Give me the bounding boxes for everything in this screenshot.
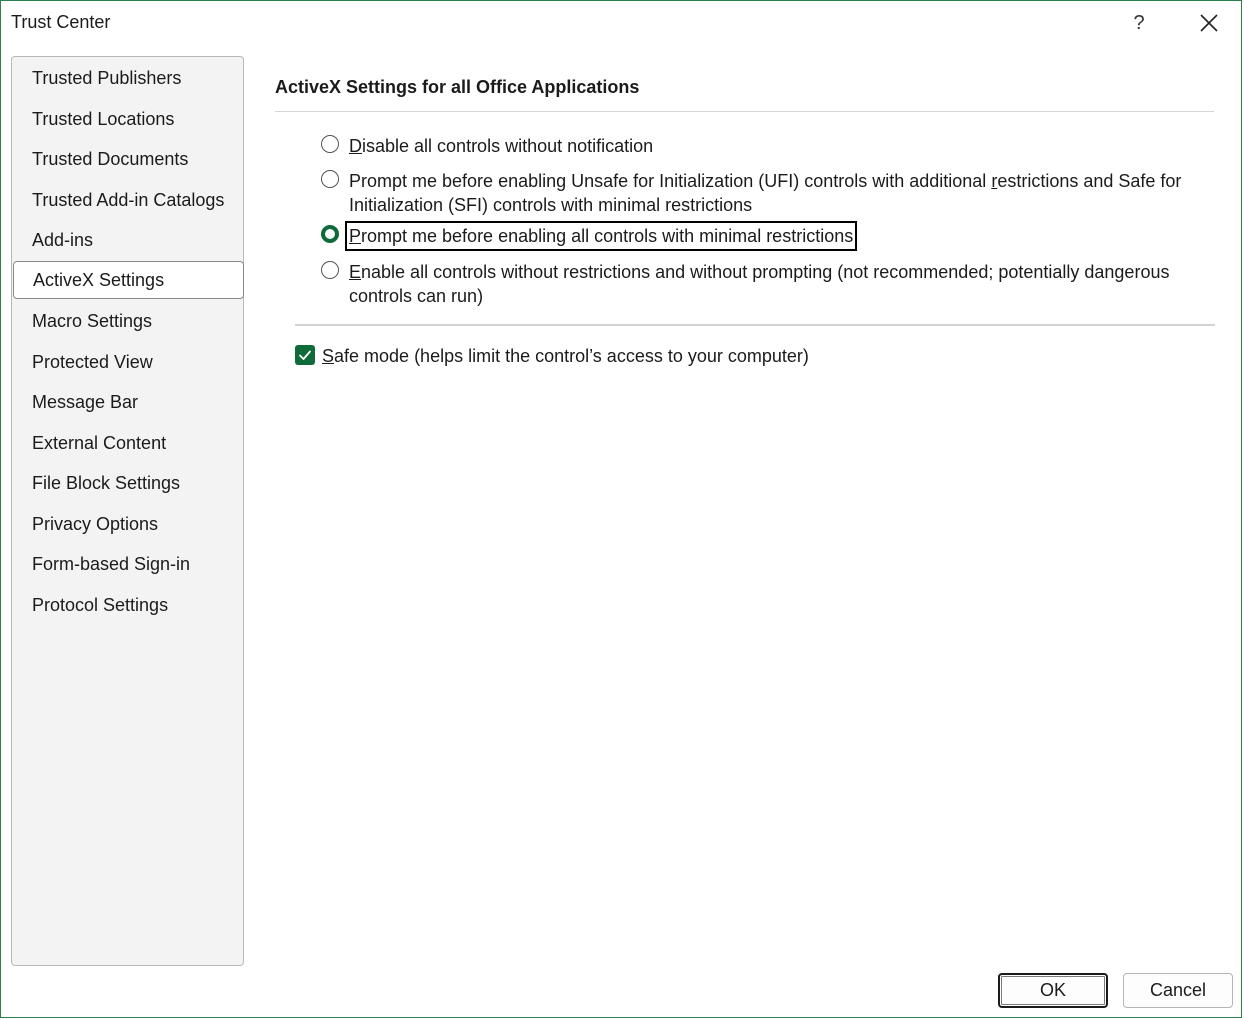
close-icon bbox=[1200, 14, 1218, 32]
option-prompt-all-controls-label[interactable]: Prompt me before enabling all controls w… bbox=[344, 221, 858, 251]
sidebar-item-form-based-sign-in[interactable]: Form-based Sign-in bbox=[14, 545, 243, 583]
safe-mode-label[interactable]: Safe mode (helps limit the control’s acc… bbox=[322, 344, 809, 368]
sidebar-item-trusted-add-in-catalogs[interactable]: Trusted Add-in Catalogs bbox=[14, 181, 243, 219]
help-button[interactable]: ? bbox=[1123, 7, 1155, 39]
radio-enable-all-controls[interactable] bbox=[321, 261, 339, 279]
sidebar-item-add-ins[interactable]: Add-ins bbox=[14, 221, 243, 259]
sidebar-item-trusted-documents[interactable]: Trusted Documents bbox=[14, 140, 243, 178]
sidebar-item-trusted-locations[interactable]: Trusted Locations bbox=[14, 100, 243, 138]
sidebar-item-protected-view[interactable]: Protected View bbox=[14, 343, 243, 381]
radio-prompt-all-controls[interactable] bbox=[321, 225, 339, 243]
option-prompt-ufi-sfi-label[interactable]: Prompt me before enabling Unsafe for Ini… bbox=[349, 169, 1181, 217]
title-bar: Trust Center ? bbox=[1, 1, 1241, 45]
checkmark-icon bbox=[299, 350, 311, 360]
sidebar-item-file-block-settings[interactable]: File Block Settings bbox=[14, 464, 243, 502]
option-enable-all-label[interactable]: Enable all controls without restrictions… bbox=[349, 260, 1169, 308]
sidebar-item-trusted-publishers[interactable]: Trusted Publishers bbox=[14, 59, 243, 97]
sidebar-item-message-bar[interactable]: Message Bar bbox=[14, 383, 243, 421]
sidebar-item-external-content[interactable]: External Content bbox=[14, 424, 243, 462]
close-button[interactable] bbox=[1191, 7, 1227, 39]
section-title: ActiveX Settings for all Office Applicat… bbox=[275, 77, 640, 97]
sidebar-item-macro-settings[interactable]: Macro Settings bbox=[14, 302, 243, 340]
section-divider bbox=[275, 111, 1214, 112]
help-icon: ? bbox=[1133, 11, 1145, 34]
sidebar-item-activex-settings[interactable]: ActiveX Settings bbox=[13, 261, 244, 299]
radio-disable-all-controls[interactable] bbox=[321, 135, 339, 153]
sidebar-item-protocol-settings[interactable]: Protocol Settings bbox=[14, 586, 243, 624]
radio-prompt-ufi-sfi[interactable] bbox=[321, 170, 339, 188]
ok-button[interactable]: OK bbox=[998, 973, 1108, 1008]
sidebar-item-privacy-options[interactable]: Privacy Options bbox=[14, 505, 243, 543]
category-sidebar: Trusted Publishers Trusted Locations Tru… bbox=[11, 56, 244, 966]
trust-center-dialog: Trust Center ? Trusted Publishers Truste… bbox=[0, 0, 1242, 1018]
options-divider bbox=[295, 324, 1215, 326]
option-disable-all-label[interactable]: Disable all controls without notificatio… bbox=[349, 134, 653, 158]
dialog-title: Trust Center bbox=[11, 12, 111, 32]
cancel-button[interactable]: Cancel bbox=[1123, 973, 1233, 1008]
safe-mode-checkbox[interactable] bbox=[295, 345, 315, 365]
